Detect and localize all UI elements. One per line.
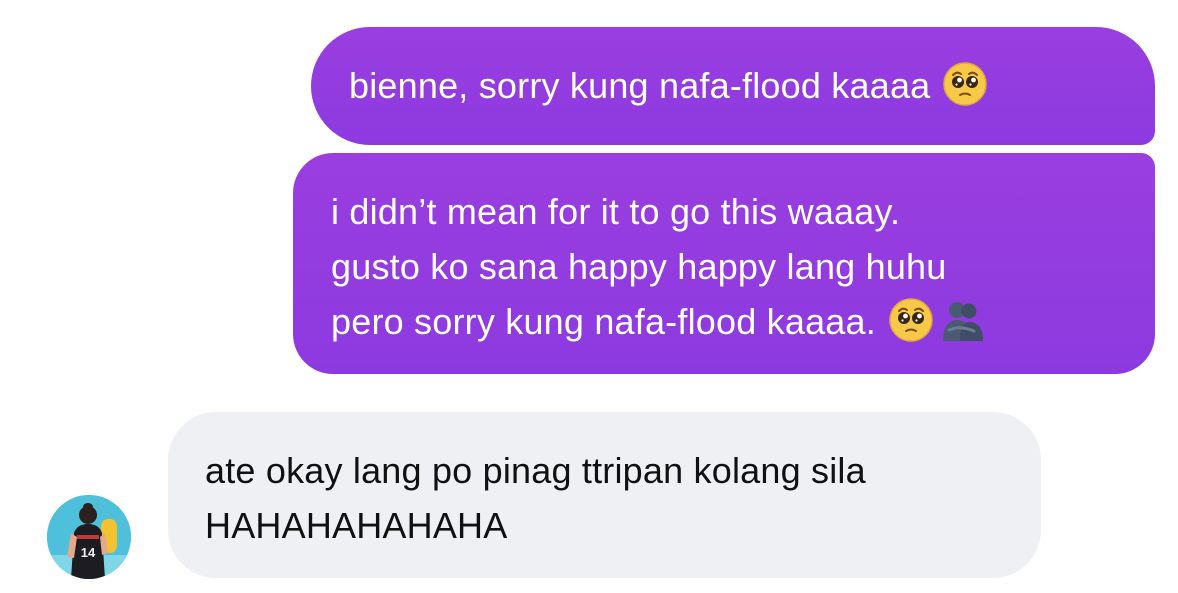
message-line: ate okay lang po pinag ttripan kolang si… bbox=[205, 450, 866, 491]
people-hugging-icon bbox=[942, 302, 983, 341]
svg-text:14: 14 bbox=[81, 545, 96, 560]
player-avatar-icon: 14 bbox=[47, 495, 131, 579]
message-line: pero sorry kung nafa-flood kaaaa. bbox=[331, 301, 876, 342]
message-line: HAHAHAHAHAHA bbox=[205, 505, 508, 546]
outgoing-message-bubble[interactable]: bienne, sorry kung nafa-flood kaaaa bbox=[311, 27, 1155, 145]
message-line: bienne, sorry kung nafa-flood kaaaa bbox=[349, 65, 931, 106]
outgoing-message-bubble[interactable]: i didn’t mean for it to go this waaay. g… bbox=[293, 153, 1155, 374]
message-line: i didn’t mean for it to go this waaay. bbox=[331, 191, 901, 232]
message-line: gusto ko sana happy happy lang huhu bbox=[331, 246, 947, 287]
pleading-face-icon bbox=[889, 298, 933, 342]
avatar[interactable]: 14 bbox=[47, 495, 131, 579]
incoming-message-bubble[interactable]: ate okay lang po pinag ttripan kolang si… bbox=[168, 412, 1041, 578]
message-text: bienne, sorry kung nafa-flood kaaaa bbox=[349, 58, 1155, 113]
message-text: pero sorry kung nafa-flood kaaaa. bbox=[331, 294, 1155, 349]
pleading-face-icon bbox=[943, 62, 988, 106]
